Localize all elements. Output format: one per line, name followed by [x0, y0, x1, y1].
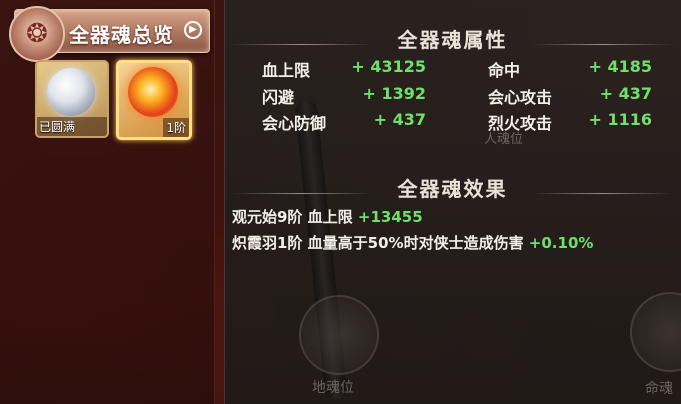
fire-orb-icon [128, 67, 178, 117]
stat-value: + 1392 [362, 84, 426, 103]
game-screen: ❂ 全器魂总览 ▶ 已圆满 1阶 地魂位 命魂 人魂位 全器魂属性 血上限 + … [0, 0, 681, 404]
stat-value: + 437 [599, 84, 652, 103]
divider-right [532, 193, 672, 194]
effect-value: +13455 [357, 208, 423, 226]
soul-slot-silver[interactable]: 已圆满 [35, 60, 109, 138]
effect-line: 炽霞羽1阶 血量高于50%时对侠士造成伤害 +0.10% [232, 232, 593, 253]
soul-emblem-icon: ❂ [9, 6, 65, 62]
earth-soul-slot-bg [299, 295, 379, 375]
stat-value: + 1116 [588, 110, 652, 129]
soul-overview-tab[interactable]: ❂ 全器魂总览 ▶ [9, 6, 210, 62]
soul-overview-title: 全器魂总览 [69, 23, 174, 47]
soul-sidebar: ❂ 全器魂总览 ▶ 已圆满 1阶 [0, 0, 215, 404]
effect-value: +0.10% [528, 234, 594, 252]
attributes-title: 全器魂属性 [397, 28, 508, 52]
slot-status-label: 已圆满 [37, 117, 107, 136]
stat-value: + 4185 [588, 57, 652, 76]
stat-value: + 43125 [351, 57, 426, 76]
stat-name: 血上限 [262, 61, 311, 80]
life-soul-label: 命魂 [645, 381, 673, 397]
arrow-right-icon[interactable]: ▶ [184, 21, 202, 39]
effect-line: 观元始9阶 血上限 +13455 [232, 206, 423, 227]
stat-value: + 437 [373, 110, 426, 129]
effect-text: 炽霞羽1阶 血量高于50%时对侠士造成伤害 [232, 234, 529, 252]
earth-soul-label: 地魂位 [312, 380, 354, 396]
stat-name: 会心防御 [262, 114, 327, 133]
divider-left [232, 44, 372, 45]
stat-name: 会心攻击 [488, 88, 553, 107]
stat-name: 烈火攻击 [488, 114, 553, 133]
stat-name: 闪避 [262, 88, 295, 107]
divider-left [232, 193, 372, 194]
effect-text: 观元始9阶 血上限 [232, 208, 358, 226]
effects-title: 全器魂效果 [397, 177, 508, 201]
silver-orb-icon [47, 68, 95, 116]
slot-level-label: 1阶 [163, 118, 189, 137]
soul-slot-fire[interactable]: 1阶 [116, 60, 192, 140]
divider-right [532, 44, 672, 45]
stat-name: 命中 [488, 61, 521, 80]
